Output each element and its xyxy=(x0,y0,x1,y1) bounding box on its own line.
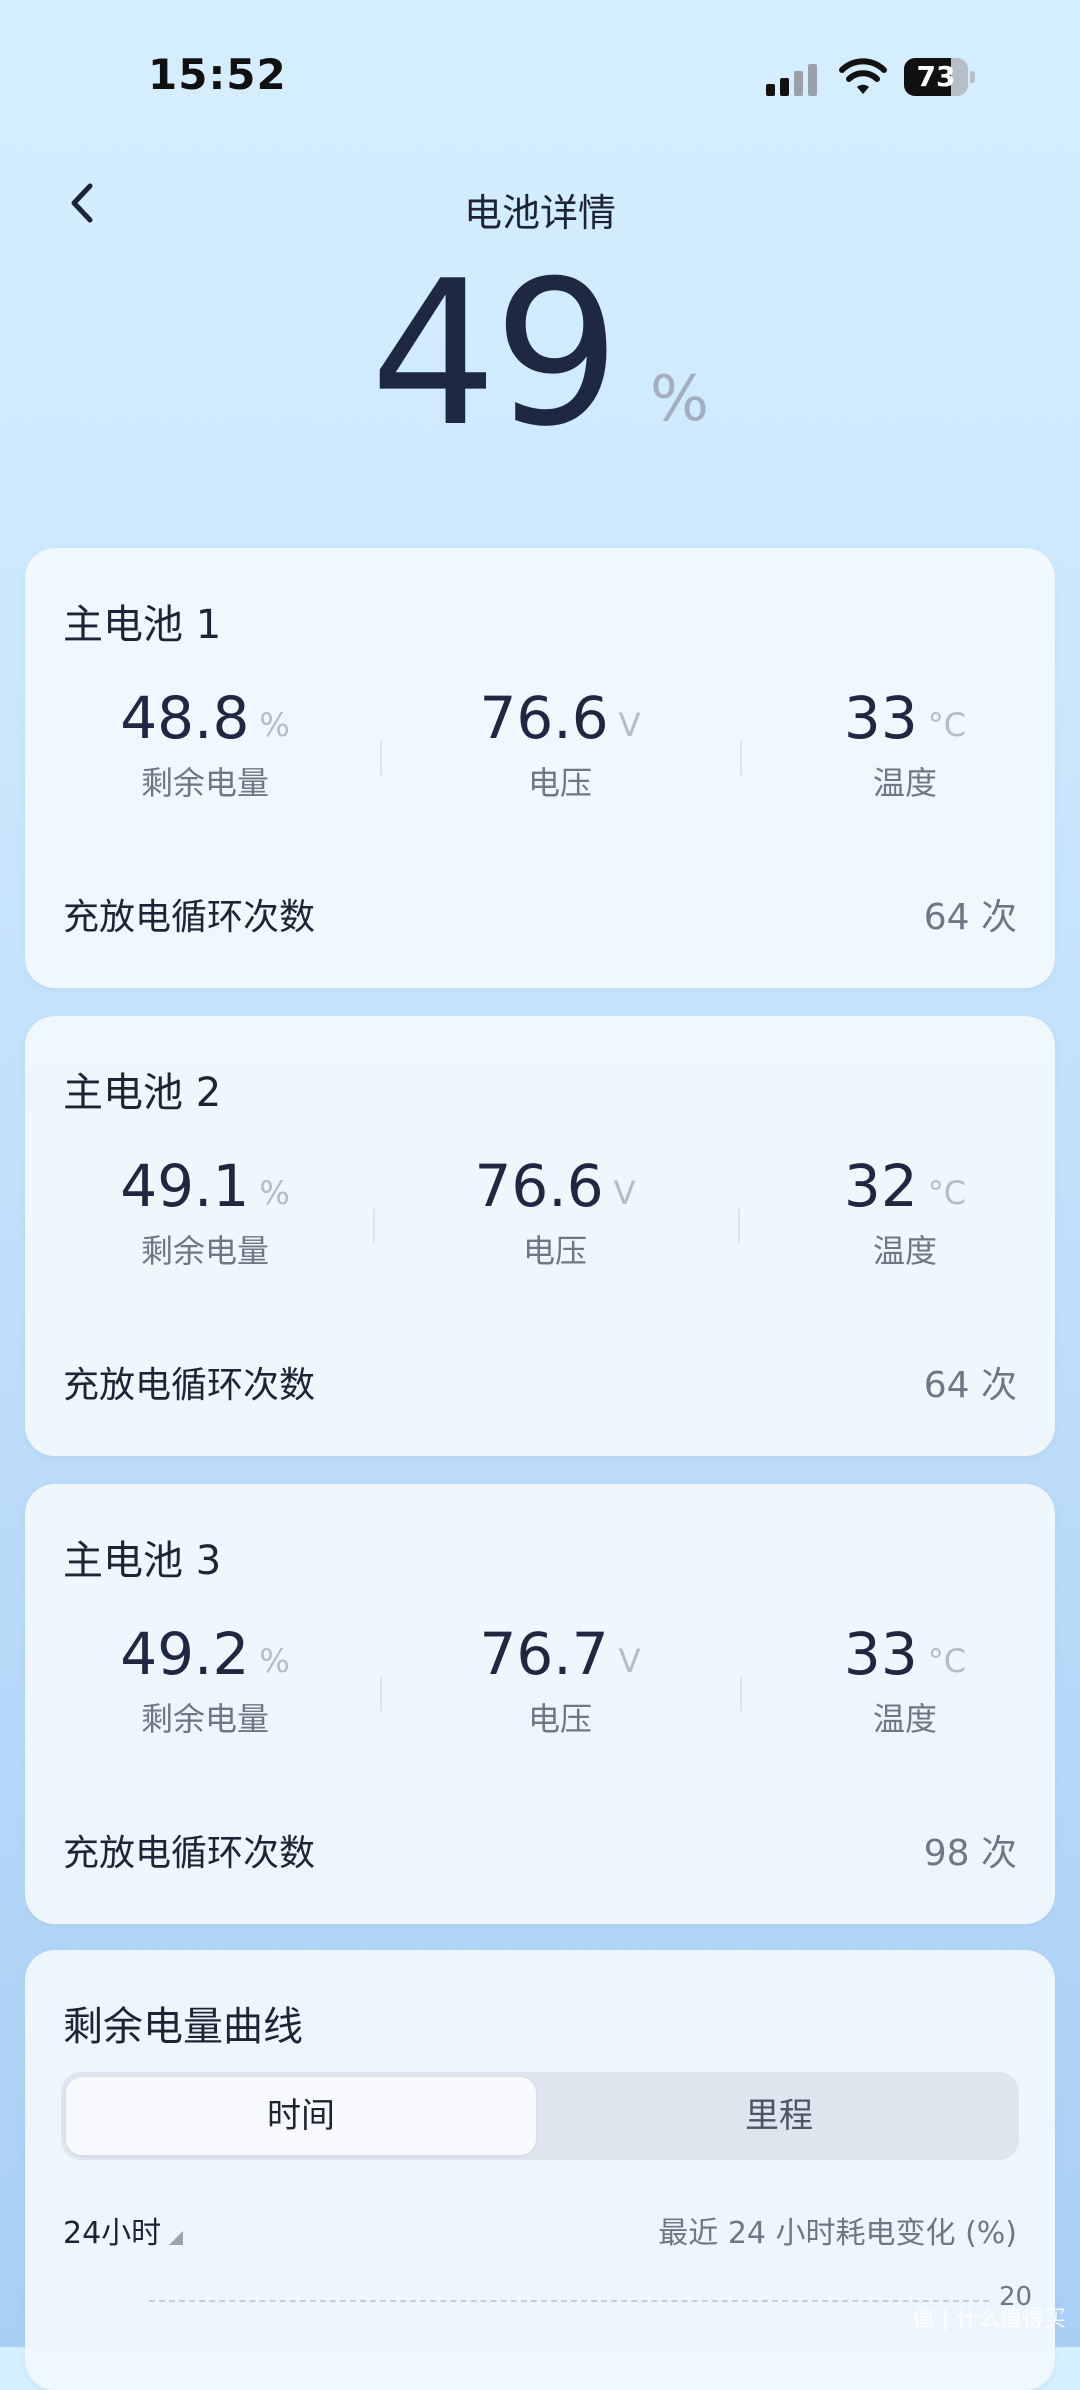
page-title: 电池详情 xyxy=(463,191,616,235)
chart-gridline xyxy=(149,2300,989,2302)
cycle-count-value: 98 次 xyxy=(923,1833,1017,1874)
divider xyxy=(380,741,382,775)
divider xyxy=(373,1209,375,1243)
cycle-count-value: 64 次 xyxy=(923,1365,1017,1406)
temperature-metric: 32 °C 温度 xyxy=(775,1152,1035,1272)
voltage-metric: 76.6 V 电压 xyxy=(430,684,690,804)
temperature-metric: 33 °C 温度 xyxy=(775,684,1035,804)
total-battery-unit: % xyxy=(650,362,709,435)
temperature-unit: °C xyxy=(927,1174,967,1212)
cellular-signal-icon xyxy=(766,62,820,96)
temperature-value: 33 xyxy=(843,1620,918,1688)
chart-caption: 最近 24 小时耗电变化 (%) xyxy=(658,2216,1017,2251)
voltage-label: 电压 xyxy=(522,1232,587,1270)
remaining-value: 49.2 xyxy=(120,1620,250,1688)
remaining-unit: % xyxy=(259,1174,290,1212)
battery-card-1: 主电池 1 48.8% 剩余电量 76.6 V 电压 33 °C 温度 充放电循环次… xyxy=(25,548,1055,988)
voltage-unit: V xyxy=(613,1174,636,1212)
remaining-unit: % xyxy=(259,706,290,744)
temperature-label: 温度 xyxy=(872,764,937,802)
tab-mileage[interactable]: 里程 xyxy=(544,2077,1014,2155)
status-bar: 15:52 73 xyxy=(0,0,1080,150)
battery-icon: 73 xyxy=(904,58,975,96)
voltage-label: 电压 xyxy=(527,764,592,802)
remaining-value: 48.8 xyxy=(120,684,250,752)
battery-card-2: 主电池 2 49.1% 剩余电量 76.6 V 电压 32 °C 温度 充放电循环次… xyxy=(25,1016,1055,1456)
battery-name: 主电池 3 xyxy=(63,1538,222,1584)
remaining-label: 剩余电量 xyxy=(140,764,269,802)
battery-name: 主电池 2 xyxy=(63,1070,222,1116)
divider xyxy=(740,741,742,775)
temperature-unit: °C xyxy=(927,1642,967,1680)
divider xyxy=(380,1677,382,1711)
curve-title: 剩余电量曲线 xyxy=(63,2004,303,2050)
range-dropdown[interactable]: 24小时 xyxy=(63,2208,184,2252)
remaining-unit: % xyxy=(259,1642,290,1680)
temperature-label: 温度 xyxy=(872,1700,937,1738)
voltage-metric: 76.6 V 电压 xyxy=(425,1152,685,1272)
voltage-label: 电压 xyxy=(527,1700,592,1738)
divider xyxy=(738,1209,740,1243)
voltage-unit: V xyxy=(618,1642,641,1680)
range-dropdown-label: 24小时 xyxy=(63,2216,162,2251)
remaining-metric: 49.2% 剩余电量 xyxy=(75,1620,335,1740)
tab-time[interactable]: 时间 xyxy=(66,2077,536,2155)
cycle-count-label: 充放电循环次数 xyxy=(63,1365,316,1406)
voltage-value: 76.6 xyxy=(474,1152,604,1220)
temperature-value: 32 xyxy=(843,1152,918,1220)
battery-card-3: 主电池 3 49.2% 剩余电量 76.7 V 电压 33 °C 温度 充放电循环次… xyxy=(25,1484,1055,1924)
cycle-count-label: 充放电循环次数 xyxy=(63,897,316,938)
watermark: 值 | 什么值得买 xyxy=(912,2307,1066,2332)
wifi-icon xyxy=(839,58,887,94)
divider xyxy=(740,1677,742,1711)
cycle-count-value: 64 次 xyxy=(923,897,1017,938)
voltage-value: 76.7 xyxy=(479,1620,609,1688)
dropdown-triangle-icon xyxy=(169,2231,184,2245)
status-time: 15:52 xyxy=(148,50,287,99)
remaining-label: 剩余电量 xyxy=(140,1700,269,1738)
battery-level: 73 xyxy=(916,60,956,93)
voltage-value: 76.6 xyxy=(479,684,609,752)
cycle-count-label: 充放电循环次数 xyxy=(63,1833,316,1874)
remaining-metric: 49.1% 剩余电量 xyxy=(75,1152,335,1272)
remaining-value: 49.1 xyxy=(120,1152,250,1220)
total-battery-percent: 49 xyxy=(370,238,620,471)
temperature-unit: °C xyxy=(927,706,967,744)
battery-name: 主电池 1 xyxy=(63,602,222,648)
voltage-unit: V xyxy=(618,706,641,744)
temperature-value: 33 xyxy=(843,684,918,752)
charge-curve-card: 剩余电量曲线 时间 里程 24小时 最近 24 小时耗电变化 (%) 20 xyxy=(25,1950,1055,2390)
remaining-label: 剩余电量 xyxy=(140,1232,269,1270)
temperature-label: 温度 xyxy=(872,1232,937,1270)
voltage-metric: 76.7 V 电压 xyxy=(430,1620,690,1740)
temperature-metric: 33 °C 温度 xyxy=(775,1620,1035,1740)
curve-segmented-control: 时间 里程 xyxy=(61,2072,1019,2160)
remaining-metric: 48.8% 剩余电量 xyxy=(75,684,335,804)
